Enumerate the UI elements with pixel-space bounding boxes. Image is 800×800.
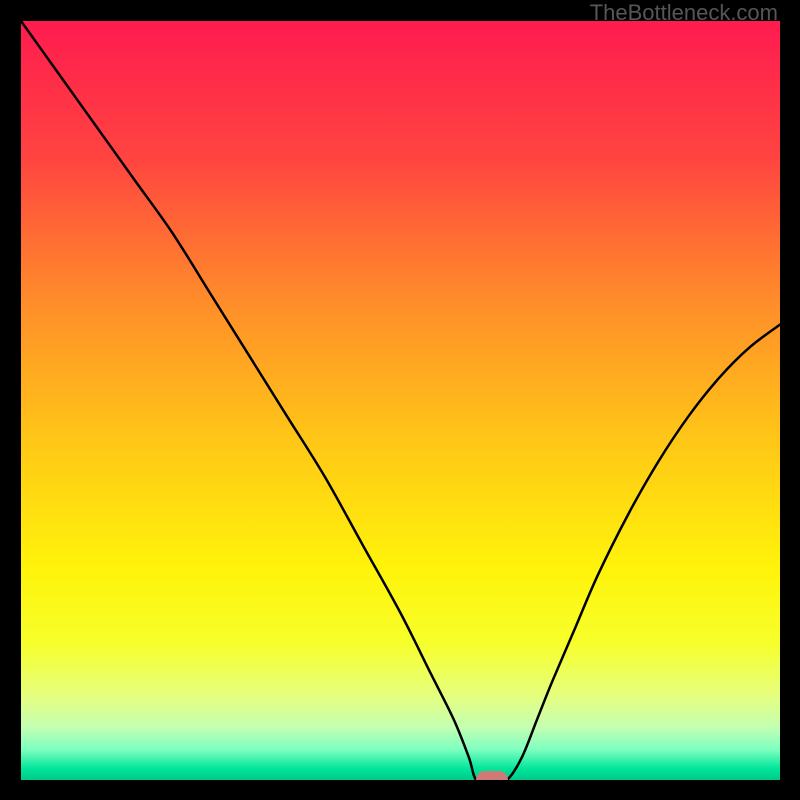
chart-frame: TheBottleneck.com	[0, 0, 800, 800]
gradient-background	[21, 21, 780, 780]
plot-area	[21, 21, 780, 780]
optimal-point-marker	[476, 771, 508, 780]
